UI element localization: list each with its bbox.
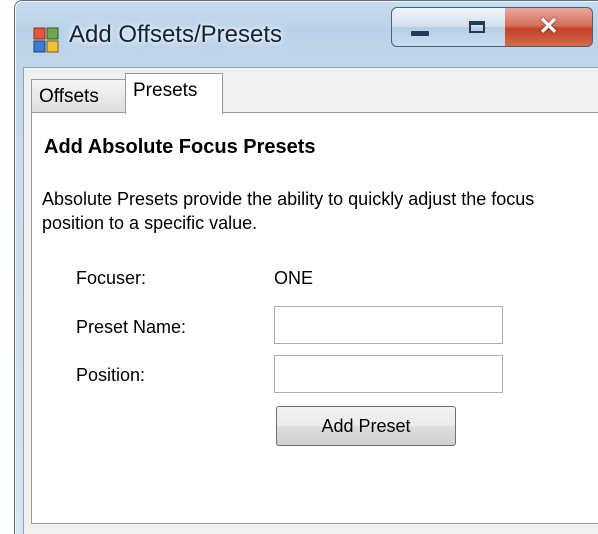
maximize-icon	[468, 21, 485, 33]
position-label: Position:	[76, 365, 146, 385]
focuser-label: Focuser:	[76, 268, 147, 288]
section-heading: Add Absolute Focus Presets	[44, 136, 316, 158]
window-title: Add Offsets/Presets	[69, 21, 282, 48]
preset-name-label: Preset Name:	[76, 317, 187, 337]
minimize-icon	[411, 30, 429, 36]
tab-label: Offsets	[39, 86, 99, 107]
preset-name-input[interactable]	[274, 306, 503, 344]
focuser-value: ONE	[274, 268, 314, 288]
tab-offsets[interactable]: Offsets	[31, 79, 127, 113]
add-preset-button[interactable]: Add Preset	[276, 406, 456, 446]
description-text: Absolute Presets provide the ability to …	[42, 189, 535, 233]
position-input[interactable]	[274, 355, 503, 393]
maximize-button[interactable]	[448, 7, 506, 47]
tab-label: Presets	[133, 80, 198, 101]
close-button[interactable]: ✕	[505, 7, 593, 47]
presets-tab-panel: Add Absolute Focus Presets Absolute Pres…	[31, 112, 598, 524]
windows-form-icon	[33, 27, 59, 53]
minimize-button[interactable]	[391, 7, 449, 47]
tab-presets[interactable]: Presets	[125, 73, 223, 114]
window: Add Offsets/Presets ✕ Offsets Presets Ad…	[14, 0, 598, 534]
title-bar[interactable]: Add Offsets/Presets ✕	[15, 1, 598, 67]
close-icon: ✕	[538, 13, 559, 40]
client-area: Offsets Presets Add Absolute Focus Prese…	[23, 67, 598, 534]
